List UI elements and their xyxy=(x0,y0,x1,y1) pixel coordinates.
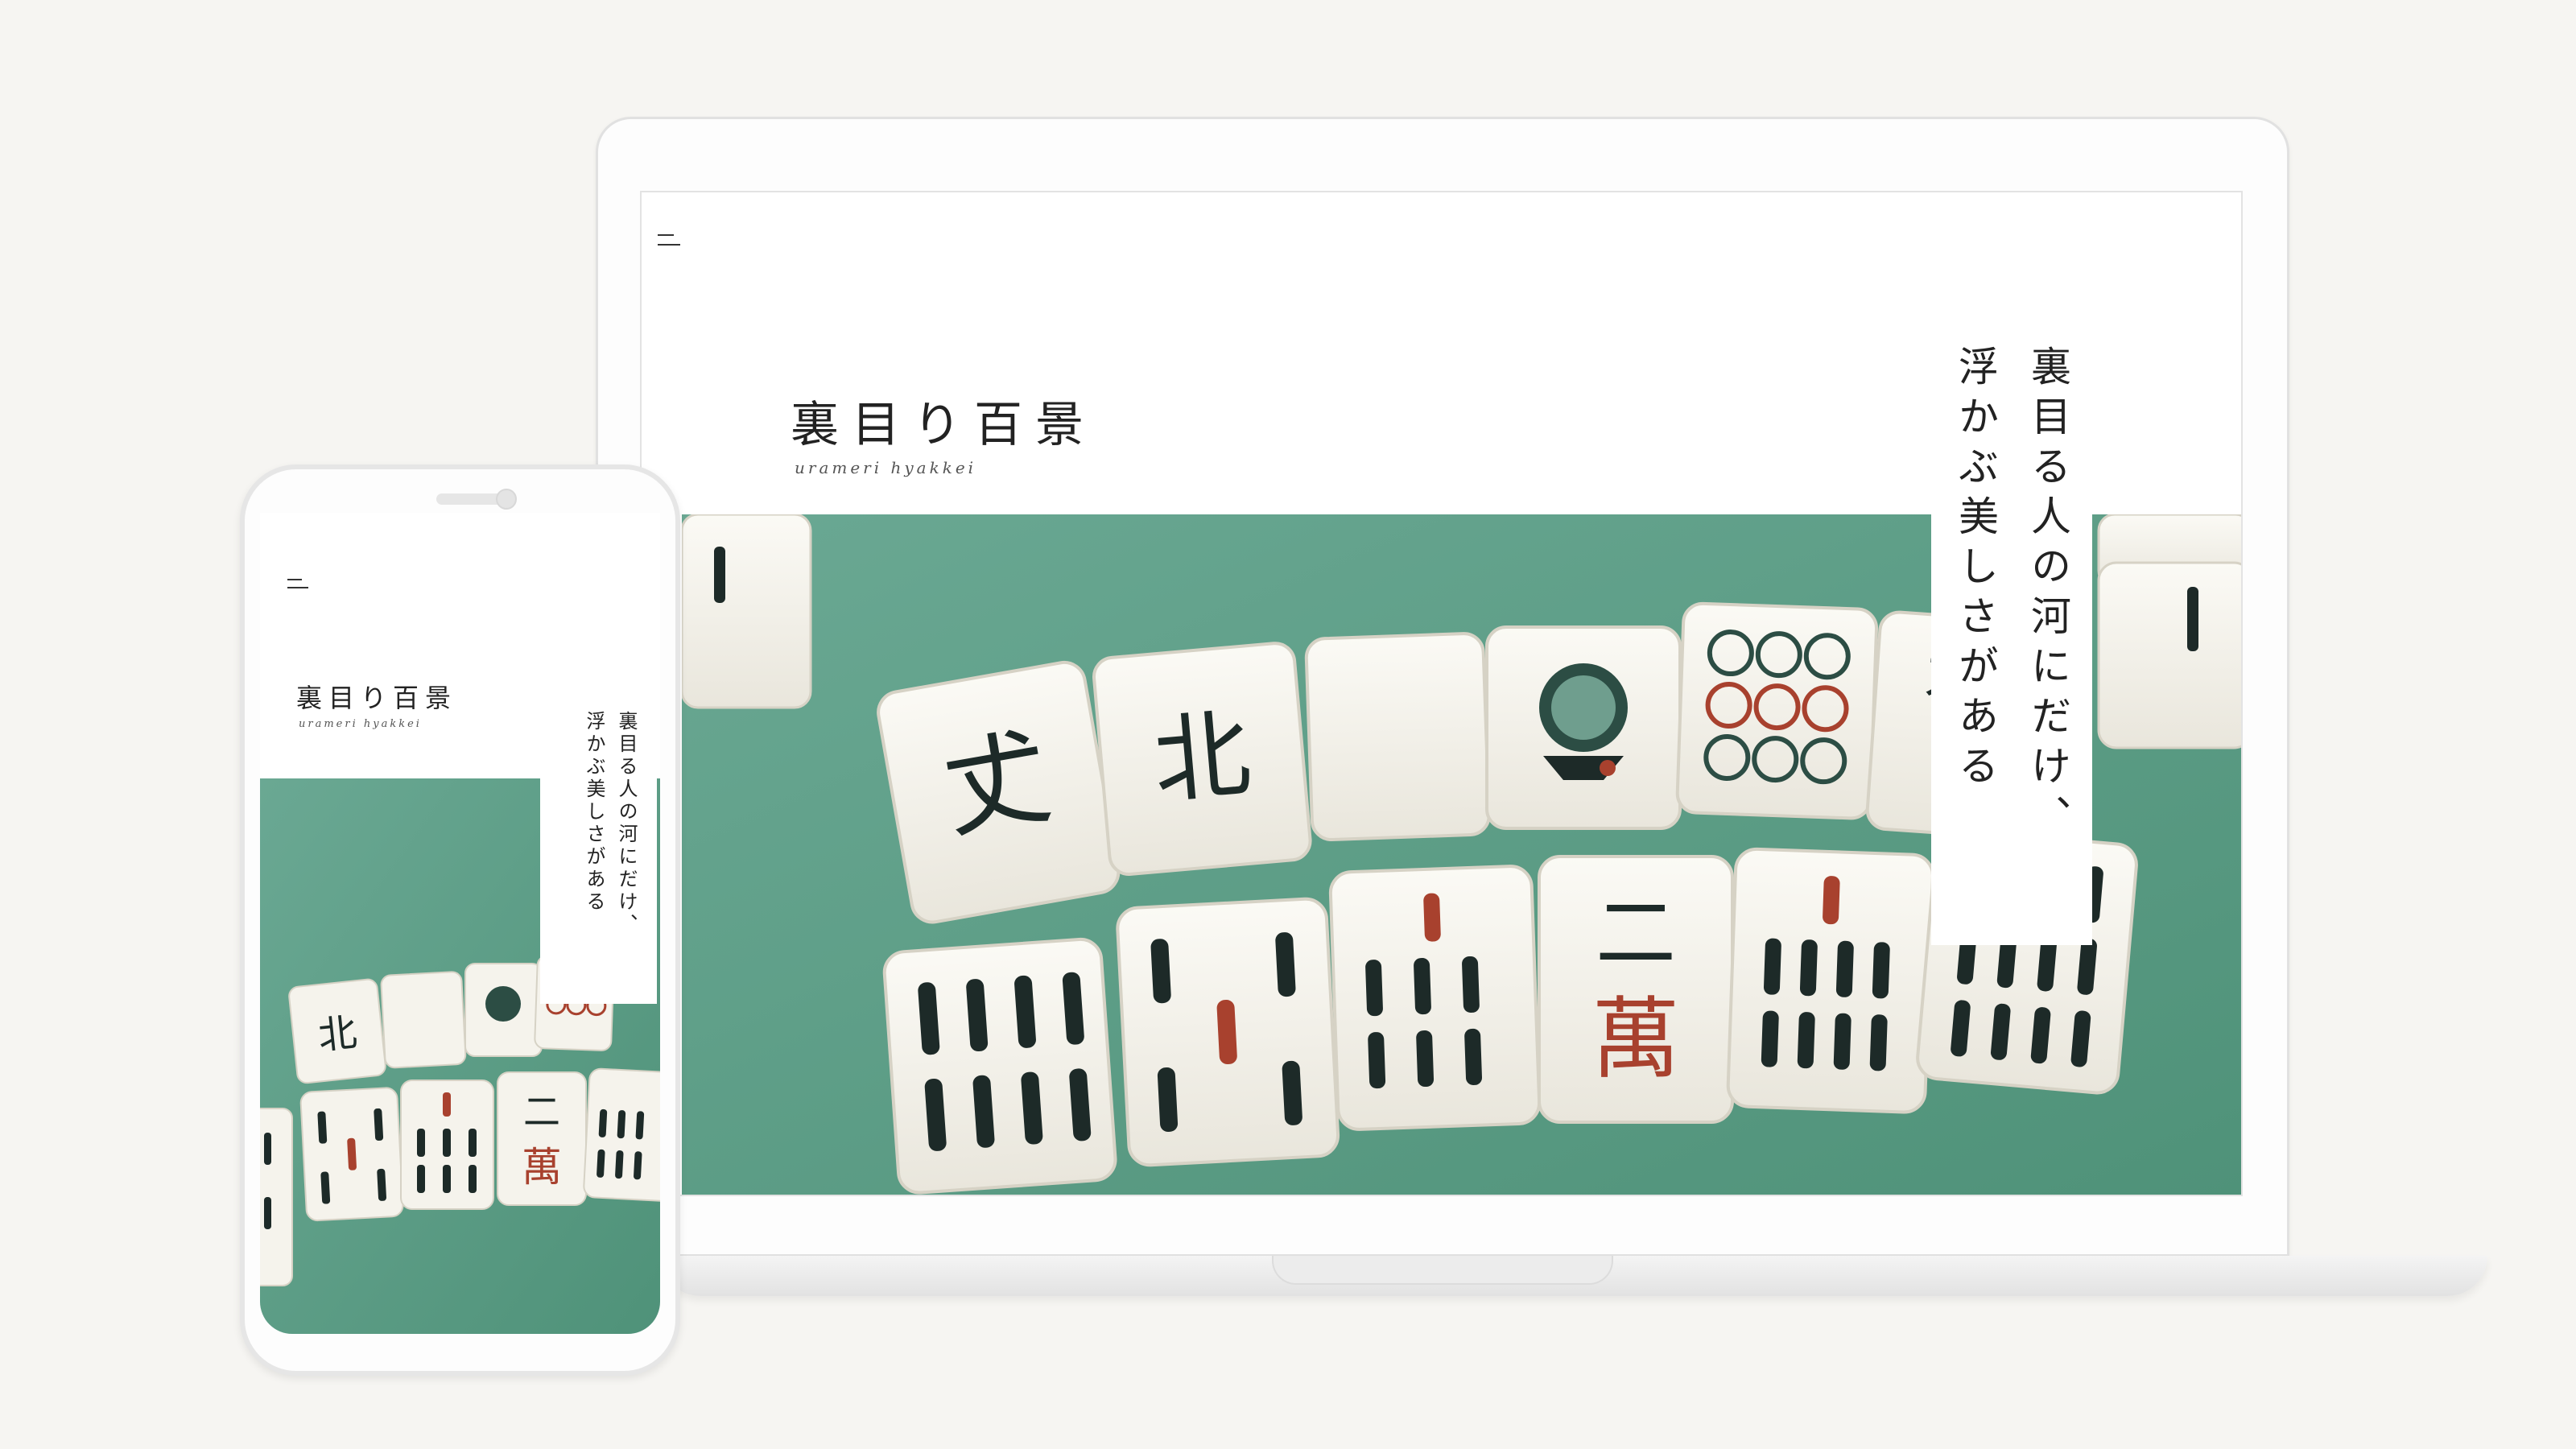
site-logo[interactable]: 裏目り百景 xyxy=(791,386,1096,456)
tagline: 裏目る人の河にだけ、 浮かぶ美しさがある xyxy=(1939,345,2084,844)
laptop-screen: 裏目り百景 urameri hyakkei 𠀋 北 二 萬 裏目る人の河にだけ、… xyxy=(640,191,2243,1196)
phone-frame: 裏目り百景 urameri hyakkei 北 二 萬 裏目る人の河にだけ、 浮… xyxy=(240,464,680,1376)
phone-camera xyxy=(496,489,517,510)
phone-screen: 裏目り百景 urameri hyakkei 北 二 萬 裏目る人の河にだけ、 浮… xyxy=(260,513,660,1334)
menu-icon[interactable] xyxy=(287,577,312,593)
site-logo-romaji: urameri hyakkei xyxy=(795,458,977,477)
tagline-line1: 裏目る人の河にだけ、 xyxy=(2025,345,2071,844)
svg-text:北: 北 xyxy=(1149,699,1255,819)
svg-text:二: 二 xyxy=(523,1090,560,1133)
laptop-notch xyxy=(1272,1256,1613,1285)
tagline-box: 裏目る人の河にだけ、 浮かぶ美しさがある xyxy=(540,688,657,1004)
tagline-line2: 浮かぶ美しさがある xyxy=(583,711,605,914)
tagline-line2: 浮かぶ美しさがある xyxy=(1952,345,1999,795)
site-logo-romaji: urameri hyakkei xyxy=(299,718,422,730)
svg-text:𠀋: 𠀋 xyxy=(935,715,1059,853)
site-logo[interactable]: 裏目り百景 xyxy=(296,678,457,715)
tagline: 裏目る人の河にだけ、 浮かぶ美しさがある xyxy=(578,711,642,936)
tagline-box: 裏目る人の河にだけ、 浮かぶ美しさがある xyxy=(1931,317,2092,945)
svg-text:二: 二 xyxy=(1596,886,1676,980)
svg-text:北: 北 xyxy=(316,1010,360,1059)
svg-text:萬: 萬 xyxy=(522,1144,562,1191)
svg-text:萬: 萬 xyxy=(1591,988,1680,1091)
menu-icon[interactable] xyxy=(658,233,682,249)
tagline-line1: 裏目る人の河にだけ、 xyxy=(615,711,638,936)
